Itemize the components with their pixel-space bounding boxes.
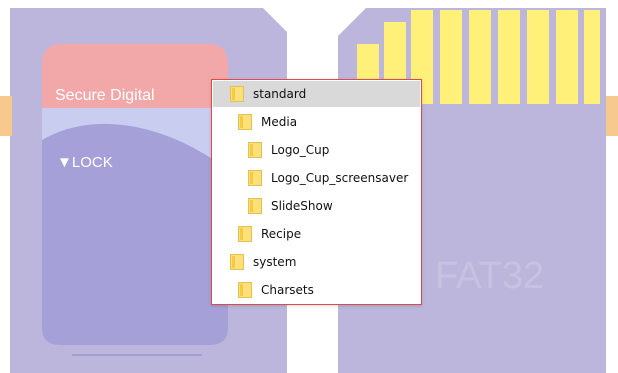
tree-item-charsets[interactable]: Charsets xyxy=(213,277,420,303)
folder-icon xyxy=(230,86,244,102)
tree-item-label: Recipe xyxy=(261,227,302,241)
folder-tree-panel: standard Media Logo_Cup Logo_Cup_screens… xyxy=(211,79,422,305)
tree-item-media[interactable]: Media xyxy=(213,109,420,135)
tree-item-standard[interactable]: standard xyxy=(213,81,420,107)
tree-item-recipe[interactable]: Recipe xyxy=(213,221,420,247)
folder-icon xyxy=(248,170,262,186)
side-tab-left xyxy=(0,96,12,136)
sd-lock-label: ▼LOCK xyxy=(57,154,113,171)
folder-icon xyxy=(230,254,244,270)
side-tab-right xyxy=(606,96,618,136)
tree-item-label: Media xyxy=(261,115,298,129)
filesystem-label: FAT32 xyxy=(435,255,545,297)
tree-item-system[interactable]: system xyxy=(213,249,420,275)
tree-item-slideshow[interactable]: SlideShow xyxy=(213,193,420,219)
folder-icon xyxy=(248,142,262,158)
folder-icon xyxy=(238,282,252,298)
tree-item-label: standard xyxy=(253,87,307,101)
tree-item-label: Charsets xyxy=(261,283,314,297)
tree-item-label: Logo_Cup_screensaver xyxy=(271,171,409,185)
folder-icon xyxy=(238,226,252,242)
folder-icon xyxy=(248,198,262,214)
sd-bottom-groove xyxy=(72,354,202,356)
tree-item-logo-cup-screensaver[interactable]: Logo_Cup_screensaver xyxy=(213,165,420,191)
folder-icon xyxy=(238,114,252,130)
tree-item-logo-cup[interactable]: Logo_Cup xyxy=(213,137,420,163)
tree-item-label: SlideShow xyxy=(271,199,333,213)
sd-brand-label: Secure Digital xyxy=(55,87,155,104)
tree-item-label: system xyxy=(253,255,297,269)
tree-item-label: Logo_Cup xyxy=(271,143,330,157)
